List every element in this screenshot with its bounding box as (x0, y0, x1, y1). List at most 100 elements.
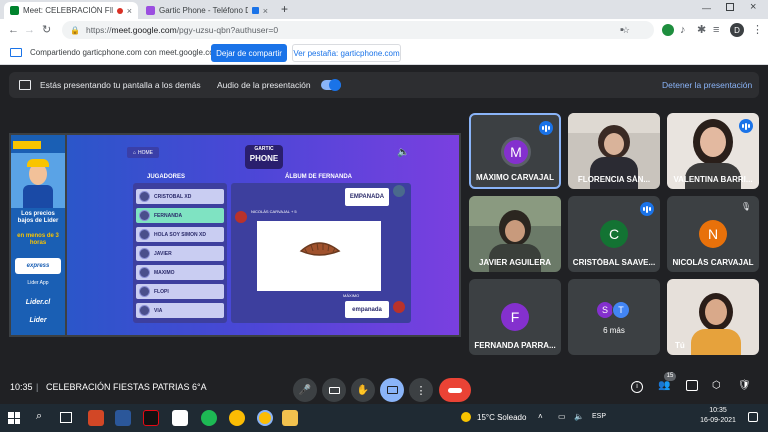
url-prefix: https:// (85, 25, 112, 35)
word-icon[interactable] (115, 410, 131, 426)
spotify-icon[interactable] (201, 410, 217, 426)
participant-name: MÁXIMO CARVAJAL (476, 173, 554, 182)
microphone-button[interactable]: 🎤 (293, 378, 317, 402)
browser-tab-strip: Meet: CELEBRACIÓN FIESTAS × Gartic Phone… (0, 0, 768, 19)
ad-illustration (11, 153, 65, 208)
reload-icon[interactable]: ↻ (42, 23, 51, 37)
recording-dot-icon (116, 7, 123, 14)
more-options-button[interactable]: ⋮ (409, 378, 433, 402)
ad-headline: Los precios bajos de Lider (17, 211, 59, 224)
stop-presenting-button[interactable]: Detener la presentación (662, 80, 752, 90)
avatar: N (699, 220, 727, 248)
participant-name: VALENTINA BARRI... (673, 175, 753, 184)
present-button[interactable] (380, 378, 404, 402)
more-vertical-icon: ⋮ (415, 384, 427, 397)
participant-tile-florencia[interactable]: FLORENCIA SÁN... (568, 113, 660, 189)
tab-gartic[interactable]: Gartic Phone - Teléfono Des × (140, 2, 274, 19)
powerpoint-icon[interactable] (88, 410, 104, 426)
avatar: T (612, 301, 630, 319)
shared-screen: Los precios bajos de Lider en menos de 3… (9, 133, 461, 337)
media-icon[interactable]: ♪ (680, 23, 686, 37)
more-participants-tile[interactable]: S T 6 más (568, 279, 660, 355)
minimize-button[interactable]: — (702, 3, 711, 13)
stop-sharing-button[interactable]: Dejar de compartir (211, 44, 287, 62)
clock-date[interactable]: 16-09-2021 (698, 417, 738, 424)
participant-tile-cristobal[interactable]: C CRISTÓBAL SAAVE... (568, 196, 660, 272)
sharing-text: Compartiendo garticphone.com con meet.go… (30, 48, 221, 57)
close-tab-icon[interactable]: × (263, 6, 268, 16)
language-indicator[interactable]: ESP (592, 413, 606, 420)
ad-site: Lider.cl (25, 299, 51, 306)
participant-tile-javier[interactable]: JAVIER AGUILERA (469, 196, 561, 272)
close-window-button[interactable]: × (750, 1, 756, 13)
search-icon[interactable]: ⌕ (36, 410, 42, 423)
extensions-puzzle-icon[interactable]: ✱ (697, 23, 706, 37)
reading-list-icon[interactable]: ≡ (713, 23, 719, 37)
raise-hand-button[interactable]: ✋ (351, 378, 375, 402)
sharing-icon (251, 7, 259, 14)
back-icon[interactable]: ← (8, 23, 19, 37)
host-controls-icon[interactable]: 🛡 (738, 380, 751, 391)
meeting-details-icon[interactable]: i (631, 381, 643, 393)
leave-call-button[interactable] (439, 378, 471, 402)
menu-kebab-icon[interactable]: ⋮ (752, 23, 763, 37)
answer-bubble-top: EMPANADA (345, 188, 389, 206)
extension-check-icon[interactable] (662, 24, 674, 36)
windows-taskbar: ⌕ 15°C Soleado ˄ ▭ 🔈 ESP 10:35 16-09-202… (0, 404, 768, 432)
windows-start-icon[interactable] (8, 412, 20, 424)
participant-tile-fernanda[interactable]: F FERNANDA PARRA... (469, 279, 561, 355)
close-tab-icon[interactable]: × (127, 6, 132, 16)
maximize-button[interactable] (726, 3, 734, 11)
notifications-icon[interactable] (748, 412, 758, 422)
weather-text[interactable]: 15°C Soleado (477, 413, 526, 422)
address-bar[interactable]: 🔒 https://meet.google.com/pgy-uzsu-qbn?a… (62, 21, 654, 39)
mic-muted-icon: 🎙 (740, 202, 751, 211)
album-author: NICOLÁS CARVAJAL + 5 (251, 209, 297, 214)
home-button[interactable]: ⌂ HOME (127, 147, 159, 158)
audio-toggle[interactable] (321, 79, 341, 91)
present-screen-icon (19, 80, 31, 90)
view-tab-button[interactable]: Ver pestaña: garticphone.com (292, 44, 401, 62)
participant-tile-nicolas[interactable]: N 🎙 NICOLÁS CARVAJAL (667, 196, 759, 272)
player-item: HOLA SOY SIMON XD (136, 227, 224, 242)
participant-name: CRISTÓBAL SAAVE... (572, 258, 656, 267)
speaking-indicator-icon (739, 119, 753, 133)
home-label: HOME (138, 149, 154, 156)
activities-icon[interactable]: ⬡ (712, 380, 721, 391)
player-item: FLOPI (136, 284, 224, 299)
app-icon[interactable] (172, 410, 188, 426)
tab-meet[interactable]: Meet: CELEBRACIÓN FIESTAS × (4, 2, 138, 19)
task-view-icon[interactable] (60, 412, 72, 423)
participant-tile-valentina[interactable]: VALENTINA BARRI... (667, 113, 759, 189)
new-tab-button[interactable]: + (281, 2, 288, 16)
profile-avatar[interactable]: D (730, 23, 744, 37)
file-explorer-icon[interactable] (282, 410, 298, 426)
netflix-icon[interactable] (143, 410, 159, 426)
clock-time[interactable]: 10:35 (700, 407, 736, 414)
weather-sun-icon[interactable] (461, 412, 471, 422)
speaking-indicator-icon (640, 202, 654, 216)
ad-highlight: en menos de 3 horas (17, 233, 59, 246)
camera-icon[interactable]: ▪ (620, 23, 624, 37)
participant-tile-maximo[interactable]: M MÁXIMO CARVAJAL (469, 113, 561, 189)
camera-button[interactable] (322, 378, 346, 402)
chrome-active-icon[interactable] (257, 410, 273, 426)
forward-icon[interactable]: → (24, 23, 35, 37)
network-icon[interactable]: ▭ (558, 412, 566, 421)
participant-name: Tú (675, 341, 685, 350)
player-item: FERNANDA (136, 208, 224, 223)
volume-icon[interactable]: 🔈 (574, 412, 584, 421)
home-icon: ⌂ (132, 149, 137, 156)
author-avatar (235, 211, 247, 223)
sound-icon[interactable]: 🔈 (397, 147, 409, 158)
presenting-bar: Estás presentando tu pantalla a los demá… (9, 72, 759, 98)
meet-favicon-icon (10, 6, 19, 15)
chrome-icon[interactable] (229, 410, 245, 426)
chat-icon[interactable] (686, 380, 698, 391)
people-icon[interactable]: 👥 (658, 380, 670, 391)
sharing-infobar: Compartiendo garticphone.com con meet.go… (0, 41, 768, 65)
tray-chevron-icon[interactable]: ˄ (538, 412, 543, 421)
audio-label: Audio de la presentación (217, 80, 311, 90)
presenting-text: Estás presentando tu pantalla a los demá… (40, 80, 201, 90)
participant-tile-self[interactable]: Tú (667, 279, 759, 355)
